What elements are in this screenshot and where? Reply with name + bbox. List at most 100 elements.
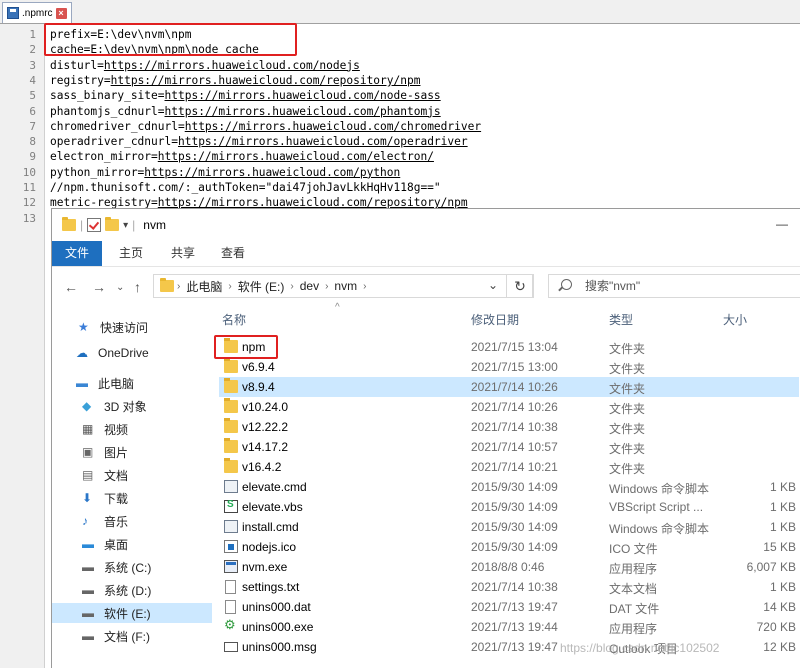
- sidebar-item-1[interactable]: ☁ OneDrive: [76, 343, 149, 363]
- quick-access-dropdown-icon[interactable]: ▾: [123, 220, 128, 231]
- code-line: //npm.thunisoft.com/:_authToken="dai47jo…: [50, 180, 441, 195]
- sidebar-item-label: 视频: [104, 422, 129, 437]
- config-key: //npm.thunisoft.com/:_authToken="dai47jo…: [50, 181, 441, 194]
- file-file-icon: [225, 580, 236, 594]
- drive-icon: ▬: [82, 583, 94, 597]
- column-header-name[interactable]: 名称: [222, 311, 246, 328]
- sidebar-item-9[interactable]: ▬ 桌面: [82, 534, 128, 554]
- sidebar-item-0[interactable]: ★ 快速访问: [78, 317, 148, 337]
- file-type: 应用程序: [609, 622, 658, 636]
- file-row[interactable]: settings.txt 2021/7/14 10:38 文本文档 1 KB: [219, 577, 799, 597]
- file-list: ^ 名称 修改日期 类型 大小 npm 2021/7/15 13:04 文件夹 v6.…: [212, 302, 800, 669]
- file-type: 文件夹: [609, 342, 646, 356]
- address-bar[interactable]: › 此电脑 › 软件 (E:) › dev › nvm › ⌄: [153, 274, 533, 298]
- sidebar-item-10[interactable]: ▬ 系统 (C:): [82, 557, 151, 577]
- file-type: ICO 文件: [609, 542, 658, 556]
- desktop-icon: ▬: [82, 537, 94, 551]
- column-header-type[interactable]: 类型: [609, 311, 633, 328]
- file-row[interactable]: nodejs.ico 2015/9/30 14:09 ICO 文件 15 KB: [219, 537, 799, 557]
- file-row[interactable]: elevate.vbs 2015/9/30 14:09 VBScript Scrip…: [219, 497, 799, 517]
- config-key: disturl=: [50, 58, 104, 72]
- column-header-date[interactable]: 修改日期: [471, 311, 519, 328]
- file-row[interactable]: unins000.dat 2021/7/13 19:47 DAT 文件 14 KB: [219, 597, 799, 617]
- sidebar-item-label: 3D 对象: [104, 399, 147, 414]
- breadcrumb-drive-e[interactable]: 软件 (E:): [238, 278, 285, 295]
- file-row[interactable]: v16.4.2 2021/7/14 10:21 文件夹: [219, 457, 799, 477]
- sidebar-item-2[interactable]: ▬ 此电脑: [76, 373, 134, 393]
- file-row[interactable]: v14.17.2 2021/7/14 10:57 文件夹: [219, 437, 799, 457]
- breadcrumb-dev[interactable]: dev: [300, 279, 319, 293]
- recent-dropdown-icon[interactable]: ⌄: [116, 282, 124, 293]
- drive-icon: ▬: [82, 560, 94, 574]
- config-key: electron_mirror=: [50, 150, 158, 164]
- sidebar-item-6[interactable]: ▤ 文档: [82, 465, 128, 485]
- minimize-button[interactable]: —: [776, 217, 788, 231]
- editor-tabbar: .npmrc ×: [0, 0, 800, 24]
- config-url-link[interactable]: https://mirrors.huaweicloud.com/operadri…: [178, 135, 468, 148]
- sidebar-item-5[interactable]: ▣ 图片: [82, 442, 128, 462]
- file-name: v12.22.2: [242, 420, 289, 434]
- breadcrumb-this-pc[interactable]: 此电脑: [186, 278, 222, 295]
- line-number: 3: [29, 58, 36, 72]
- code-line: phantomjs_cdnurl=https://mirrors.huaweic…: [50, 104, 441, 119]
- address-dropdown-icon[interactable]: ⌄: [488, 278, 498, 292]
- line-number: 5: [29, 89, 36, 103]
- properties-icon[interactable]: [87, 218, 102, 232]
- config-url-link[interactable]: https://mirrors.huaweicloud.com/python: [144, 166, 400, 179]
- file-row[interactable]: npm 2021/7/15 13:04 文件夹: [219, 337, 799, 357]
- computer-icon: ▬: [76, 376, 88, 390]
- file-type: VBScript Script ...: [609, 500, 704, 514]
- line-number: 9: [29, 150, 36, 164]
- sidebar-item-7[interactable]: ⬇ 下载: [82, 488, 128, 508]
- search-input[interactable]: 搜索"nvm": [548, 274, 800, 298]
- file-row[interactable]: v6.9.4 2021/7/15 13:00 文件夹: [219, 357, 799, 377]
- sidebar-item-11[interactable]: ▬ 系统 (D:): [82, 580, 151, 600]
- file-row[interactable]: nvm.exe 2018/8/8 0:46 应用程序 6,007 KB: [219, 557, 799, 577]
- back-arrow-icon[interactable]: ←: [64, 279, 78, 295]
- forward-arrow-icon[interactable]: →: [92, 279, 106, 295]
- file-size: 1 KB: [769, 480, 796, 494]
- file-row[interactable]: elevate.cmd 2015/9/30 14:09 Windows 命令脚本 1 …: [219, 477, 799, 497]
- file-cmd-icon: [224, 480, 238, 493]
- file-date: 2021/7/14 10:38: [471, 420, 558, 434]
- breadcrumb-nvm[interactable]: nvm: [334, 279, 357, 293]
- file-row[interactable]: v12.22.2 2021/7/14 10:38 文件夹: [219, 417, 799, 437]
- file-row[interactable]: install.cmd 2015/9/30 14:09 Windows 命令脚本 1 …: [219, 517, 799, 537]
- config-url-link[interactable]: https://mirrors.huaweicloud.com/node-sas…: [165, 89, 441, 102]
- sidebar-item-3[interactable]: ◆ 3D 对象: [82, 396, 147, 416]
- column-header-size[interactable]: 大小: [723, 311, 747, 328]
- config-url-link[interactable]: https://mirrors.huaweicloud.com/nodejs: [104, 59, 360, 72]
- explorer-window: | ▾ | nvm — 文件 主页 共享 查看 ← → ⌄ ↑ › 此电脑 › …: [51, 208, 800, 669]
- tab-file[interactable]: 文件: [52, 241, 102, 266]
- line-number: 1: [29, 28, 36, 41]
- line-number: 7: [29, 119, 36, 133]
- config-url-link[interactable]: https://mirrors.huaweicloud.com/chromedr…: [185, 120, 481, 133]
- sidebar-item-12[interactable]: ▬ 软件 (E:): [52, 603, 212, 623]
- config-url-link[interactable]: https://mirrors.huaweicloud.com/electron…: [158, 150, 434, 163]
- close-icon[interactable]: ×: [55, 7, 67, 19]
- sidebar-item-4[interactable]: ▦ 视频: [82, 419, 128, 439]
- config-url-link[interactable]: https://mirrors.huaweicloud.com/phantomj…: [165, 105, 441, 118]
- file-size: 14 KB: [763, 600, 796, 614]
- config-url-link[interactable]: https://mirrors.huaweicloud.com/reposito…: [111, 74, 421, 87]
- file-date: 2021/7/15 13:00: [471, 360, 558, 374]
- tab-view[interactable]: 查看: [212, 241, 254, 266]
- file-row[interactable]: v10.24.0 2021/7/14 10:26 文件夹: [219, 397, 799, 417]
- sidebar-item-8[interactable]: ♪ 音乐: [82, 511, 128, 531]
- sidebar-item-label: 音乐: [104, 514, 129, 529]
- file-name: nodejs.ico: [242, 540, 297, 554]
- up-arrow-icon[interactable]: ↑: [134, 279, 141, 295]
- new-folder-icon[interactable]: [105, 217, 120, 231]
- tab-share[interactable]: 共享: [162, 241, 204, 266]
- refresh-button[interactable]: ↻: [506, 274, 534, 298]
- file-row[interactable]: unins000.exe 2021/7/13 19:44 应用程序 720 KB: [219, 617, 799, 637]
- address-row: ← → ⌄ ↑ › 此电脑 › 软件 (E:) › dev › nvm › ⌄ …: [52, 267, 800, 307]
- file-name: v6.9.4: [242, 360, 275, 374]
- tab-home[interactable]: 主页: [110, 241, 152, 266]
- code-line: python_mirror=https://mirrors.huaweiclou…: [50, 165, 400, 180]
- file-date: 2015/9/30 14:09: [471, 480, 558, 494]
- file-row[interactable]: v8.9.4 2021/7/14 10:26 文件夹: [219, 377, 799, 397]
- sidebar-item-13[interactable]: ▬ 文档 (F:): [82, 626, 150, 646]
- tab-label: .npmrc: [22, 7, 53, 19]
- tab-npmrc[interactable]: .npmrc ×: [2, 2, 72, 23]
